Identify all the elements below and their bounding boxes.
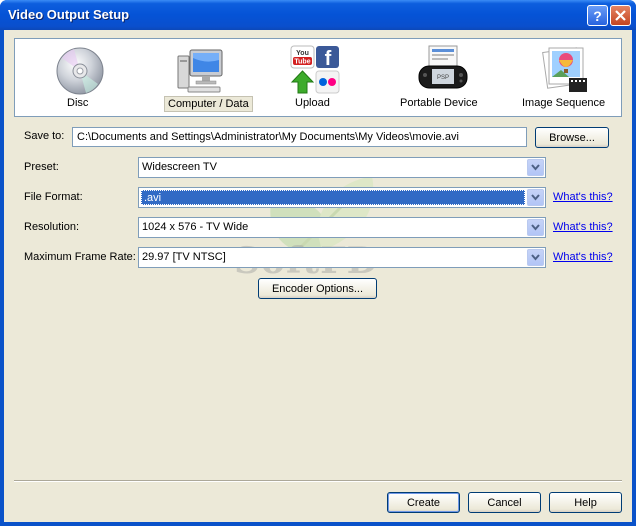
file-format-label: File Format:: [24, 191, 83, 203]
resolution-value: 1024 x 576 - TV Wide: [142, 221, 249, 233]
chevron-down-icon: [531, 254, 540, 261]
strip-label: Image Sequence: [522, 97, 606, 109]
chevron-down-icon: [531, 194, 540, 201]
svg-text:f: f: [325, 48, 332, 70]
svg-text:Tube: Tube: [294, 59, 310, 66]
frame-rate-help-link[interactable]: What's this?: [553, 251, 613, 263]
svg-text:You: You: [296, 50, 309, 57]
resolution-dropdown-button[interactable]: [527, 219, 544, 236]
footer-separator: [14, 480, 622, 482]
create-button[interactable]: Create: [387, 492, 460, 513]
strip-item-image-sequence[interactable]: Image Sequence: [515, 39, 615, 117]
close-button[interactable]: [610, 5, 631, 26]
resolution-label: Resolution:: [24, 221, 80, 233]
computer-icon: [177, 49, 223, 93]
chevron-down-icon: [531, 224, 540, 231]
frame-rate-dropdown-button[interactable]: [527, 249, 544, 266]
file-format-select[interactable]: .avi: [138, 187, 546, 208]
strip-item-upload[interactable]: You Tube f Upload: [275, 39, 355, 117]
svg-text:PSP: PSP: [437, 75, 449, 81]
preset-select[interactable]: Widescreen TV: [138, 157, 546, 178]
strip-item-computer[interactable]: Computer / Data: [150, 39, 253, 117]
save-to-field[interactable]: C:\Documents and Settings\Administrator\…: [72, 127, 527, 147]
help-title-button[interactable]: ?: [587, 5, 608, 26]
frame-rate-label: Maximum Frame Rate:: [24, 251, 136, 263]
strip-label: Disc: [67, 97, 89, 109]
preset-value: Widescreen TV: [142, 161, 217, 173]
chevron-down-icon: [531, 164, 540, 171]
preset-dropdown-button[interactable]: [527, 159, 544, 176]
browse-button[interactable]: Browse...: [535, 127, 609, 148]
strip-label: Computer / Data: [164, 96, 253, 112]
encoder-options-button[interactable]: Encoder Options...: [258, 278, 377, 299]
disc-icon: [56, 47, 104, 95]
psp-icon: PSP: [418, 45, 468, 89]
save-to-label: Save to:: [24, 130, 65, 142]
resolution-select[interactable]: 1024 x 576 - TV Wide: [138, 217, 546, 238]
file-format-value: .avi: [141, 190, 525, 205]
window-title: Video Output Setup: [8, 7, 130, 22]
image-sequence-icon: [542, 47, 587, 92]
strip-label: Upload: [295, 97, 330, 109]
dialog-client: Disc Computer / Data You Tube f Upload P…: [4, 30, 632, 522]
help-button[interactable]: Help: [549, 492, 622, 513]
frame-rate-value: 29.97 [TV NTSC]: [142, 251, 226, 263]
output-type-strip: Disc Computer / Data You Tube f Upload P…: [14, 38, 622, 117]
file-format-help-link[interactable]: What's this?: [553, 191, 613, 203]
upload-icon: You Tube f: [290, 45, 340, 94]
question-icon: ?: [593, 7, 602, 24]
close-icon: [615, 10, 626, 21]
strip-item-disc[interactable]: Disc: [35, 39, 125, 117]
strip-item-portable-device[interactable]: PSP Portable Device: [393, 39, 493, 117]
title-bar[interactable]: Video Output Setup ?: [0, 0, 636, 30]
preset-label: Preset:: [24, 161, 59, 173]
resolution-help-link[interactable]: What's this?: [553, 221, 613, 233]
dialog-window: Video Output Setup ? Disc Computer / Dat…: [0, 0, 636, 526]
strip-label: Portable Device: [400, 97, 478, 109]
file-format-dropdown-button[interactable]: [527, 189, 544, 206]
cancel-button[interactable]: Cancel: [468, 492, 541, 513]
frame-rate-select[interactable]: 29.97 [TV NTSC]: [138, 247, 546, 268]
